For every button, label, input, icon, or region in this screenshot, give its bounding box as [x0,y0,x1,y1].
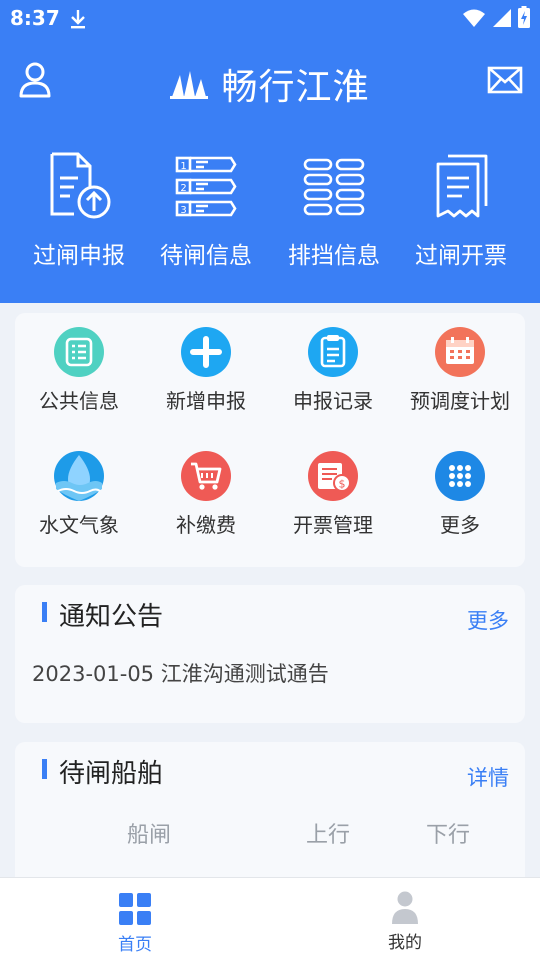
grid-item-more[interactable]: 更多 [396,449,524,538]
grid-item-label: 补缴费 [176,513,236,537]
ships-detail-link[interactable]: 详情 [467,762,509,792]
ships-title: 待闸船舶 [59,759,164,789]
section-accent-bar [42,602,47,622]
quick-action-label: 排挡信息 [288,243,380,269]
nav-mine-label: 我的 [388,933,422,953]
more-grid-icon [435,451,485,501]
quick-action-label: 过闸开票 [415,243,507,269]
numbered-list-icon: 1 2 3 [175,156,237,217]
grid-item-label: 预调度计划 [410,389,510,413]
svg-text:$: $ [339,478,346,491]
list-icon [54,327,104,377]
grid-item-label: 申报记录 [293,389,373,413]
column-header-upstream: 上行 [306,823,351,848]
notice-title: 通知公告 [59,602,164,632]
clipboard-icon [308,327,358,377]
nav-home-label: 首页 [118,935,152,955]
grid-slots-icon [303,158,365,216]
grid-item-declaration-records[interactable]: 申报记录 [269,325,397,414]
grid-item-label: 更多 [440,513,480,537]
notice-card: 通知公告 更多 2023-01-05 江淮沟通测试通告 [15,585,525,723]
column-header-downstream: 下行 [426,823,471,848]
bottom-navigation: 首页 我的 [0,877,540,960]
grid-item-label: 水文气象 [39,513,119,537]
quick-action-invoice[interactable]: 过闸开票 [396,150,526,270]
section-accent-bar [42,759,47,779]
mail-icon[interactable] [487,66,523,94]
water-drop-icon [54,451,104,501]
home-grid-icon [119,893,151,925]
grid-item-pre-dispatch-plan[interactable]: 预调度计划 [396,325,524,414]
notice-item[interactable]: 2023-01-05 江淮沟通测试通告 [32,658,329,688]
quick-action-lock-declaration[interactable]: 过闸申报 [14,150,144,270]
grid-item-new-declaration[interactable]: 新增申报 [142,325,270,414]
quick-action-label: 过闸申报 [33,243,125,269]
svg-text:3: 3 [180,205,186,216]
receipt-icon [436,154,488,218]
status-bar: 8:37 [0,0,540,38]
grid-item-supplementary-fee[interactable]: 补缴费 [142,449,270,538]
svg-text:1: 1 [180,161,186,172]
wifi-icon [463,9,485,27]
invoice-icon: $ [308,451,358,501]
calendar-icon [435,327,485,377]
svg-text:2: 2 [180,183,186,194]
quick-action-waiting-info[interactable]: 1 2 3 待闸信息 [141,150,271,270]
document-upload-icon [50,152,111,219]
function-grid-card: 公共信息 新增申报 申报记录 预调度计划 水文气象 补缴费 $ 开票管理 更多 [15,313,525,567]
signal-icon [493,9,511,27]
quick-action-slot-info[interactable]: 排挡信息 [269,150,399,270]
shopping-cart-icon [181,451,231,501]
grid-item-label: 公共信息 [39,389,119,413]
grid-item-public-info[interactable]: 公共信息 [15,325,143,414]
logo-icon [170,71,209,99]
plus-icon [181,327,231,377]
quick-action-label: 待闸信息 [160,243,252,269]
grid-item-invoice-management[interactable]: $ 开票管理 [269,449,397,538]
status-time: 8:37 [10,6,60,30]
title-area: 畅行江淮 [0,58,540,110]
nav-mine[interactable]: 我的 [370,890,440,953]
grid-item-hydrology-weather[interactable]: 水文气象 [15,449,143,538]
battery-icon [518,6,530,28]
notice-more-link[interactable]: 更多 [467,605,509,635]
app-title: 畅行江淮 [221,67,370,108]
profile-icon [392,891,418,924]
download-icon [71,10,85,29]
column-header-lock: 船闸 [127,823,172,848]
grid-item-label: 新增申报 [166,389,246,413]
nav-home[interactable]: 首页 [100,892,170,955]
grid-item-label: 开票管理 [293,513,373,537]
app-header: 8:37 畅行江淮 过闸申报 1 2 3 待闸信息 排挡信息 过闸开票 [0,0,540,303]
